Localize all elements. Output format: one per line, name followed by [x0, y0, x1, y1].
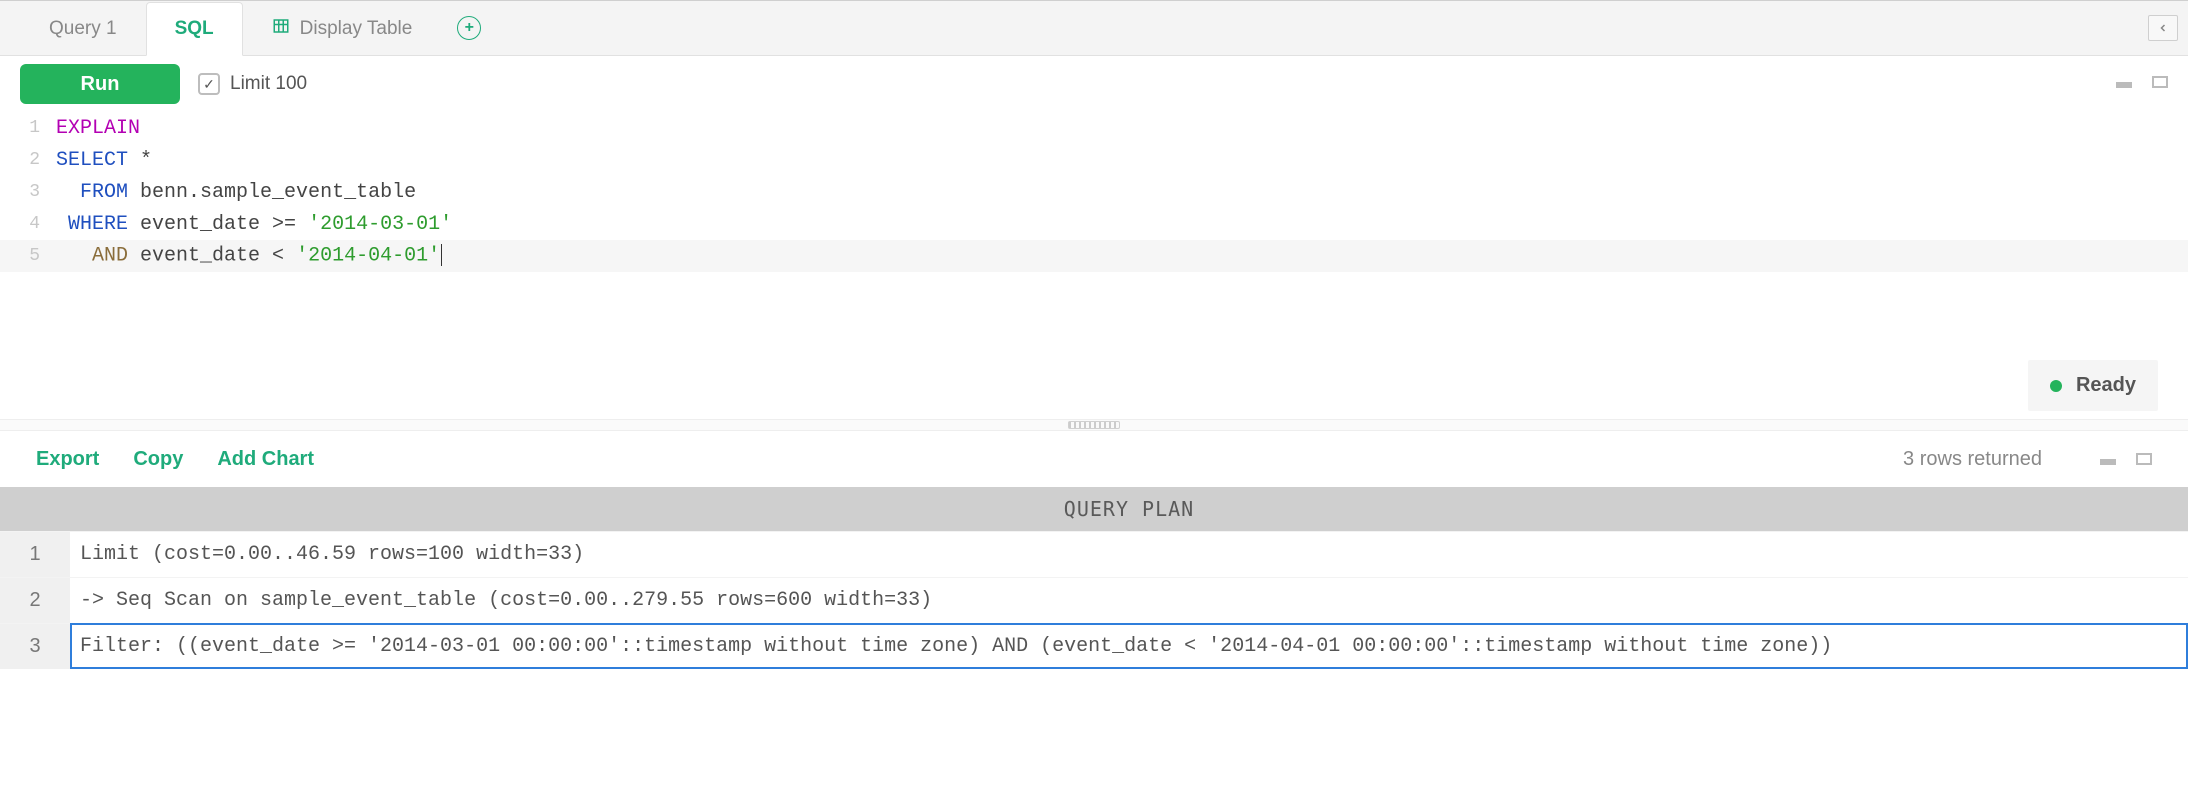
table-row[interactable]: 2-> Seq Scan on sample_event_table (cost…	[0, 577, 2188, 623]
maximize-editor-button[interactable]	[2152, 75, 2168, 93]
line-number: 5	[0, 246, 56, 266]
query-plan-cell[interactable]: Limit (cost=0.00..46.59 rows=100 width=3…	[70, 531, 2188, 577]
line-number: 4	[0, 214, 56, 234]
code-content: EXPLAIN	[56, 117, 140, 140]
tab-query1[interactable]: Query 1	[20, 1, 146, 55]
query-plan-cell[interactable]: -> Seq Scan on sample_event_table (cost=…	[70, 577, 2188, 623]
table-row[interactable]: 3Filter: ((event_date >= '2014-03-01 00:…	[0, 623, 2188, 669]
export-button[interactable]: Export	[36, 448, 99, 471]
line-number: 3	[0, 182, 56, 202]
tab-sql[interactable]: SQL	[146, 2, 243, 56]
minimize-results-button[interactable]	[2100, 448, 2116, 471]
pane-splitter[interactable]	[0, 419, 2188, 431]
add-tab-button[interactable]: +	[441, 1, 497, 55]
editor-window-controls	[2116, 75, 2168, 93]
collapse-panel-button[interactable]	[2148, 15, 2178, 41]
status-chip: Ready	[2028, 360, 2158, 411]
query-toolbar: Run ✓ Limit 100	[0, 56, 2188, 112]
tab-display-table[interactable]: Display Table	[243, 1, 442, 55]
results-toolbar: Export Copy Add Chart 3 rows returned	[0, 431, 2188, 487]
query-plan-cell[interactable]: Filter: ((event_date >= '2014-03-01 00:0…	[70, 623, 2188, 669]
tabs-bar: Query 1 SQL Display Table +	[0, 0, 2188, 56]
status-row: Ready	[0, 352, 2188, 419]
add-chart-button[interactable]: Add Chart	[217, 448, 314, 471]
editor-line[interactable]: 1EXPLAIN	[0, 112, 2188, 144]
row-number: 1	[0, 531, 70, 577]
editor-line[interactable]: 2SELECT *	[0, 144, 2188, 176]
plus-icon: +	[457, 16, 481, 40]
tab-label: SQL	[175, 18, 214, 40]
results-table: QUERY PLAN 1Limit (cost=0.00..46.59 rows…	[0, 487, 2188, 669]
editor-line[interactable]: 5 AND event_date < '2014-04-01'	[0, 240, 2188, 272]
status-dot-icon	[2050, 380, 2062, 392]
line-number: 1	[0, 118, 56, 138]
run-button[interactable]: Run	[20, 64, 180, 104]
rows-returned-label: 3 rows returned	[1903, 448, 2042, 471]
editor-line[interactable]: 4 WHERE event_date >= '2014-03-01'	[0, 208, 2188, 240]
code-content: AND event_date < '2014-04-01'	[56, 244, 442, 267]
code-content: SELECT *	[56, 149, 152, 172]
table-icon	[272, 17, 290, 41]
limit-checkbox[interactable]: ✓	[198, 73, 220, 95]
limit-label: Limit 100	[230, 73, 307, 95]
editor-blank	[0, 272, 2188, 352]
code-content: WHERE event_date >= '2014-03-01'	[56, 213, 452, 236]
copy-button[interactable]: Copy	[133, 448, 183, 471]
queryplan-header: QUERY PLAN	[70, 487, 2188, 531]
status-label: Ready	[2076, 374, 2136, 397]
splitter-grip-icon	[1068, 421, 1120, 429]
line-number: 2	[0, 150, 56, 170]
row-number: 3	[0, 623, 70, 669]
limit-checkbox-wrap[interactable]: ✓ Limit 100	[198, 73, 307, 95]
sql-editor[interactable]: 1EXPLAIN2SELECT *3 FROM benn.sample_even…	[0, 112, 2188, 272]
row-number: 2	[0, 577, 70, 623]
editor-line[interactable]: 3 FROM benn.sample_event_table	[0, 176, 2188, 208]
text-cursor	[441, 244, 442, 266]
code-content: FROM benn.sample_event_table	[56, 181, 416, 204]
minimize-editor-button[interactable]	[2116, 75, 2132, 93]
rownum-header	[0, 487, 70, 531]
tab-label: Query 1	[49, 18, 117, 40]
tab-label: Display Table	[300, 18, 413, 40]
check-icon: ✓	[203, 76, 215, 93]
maximize-results-button[interactable]	[2136, 448, 2152, 471]
table-row[interactable]: 1Limit (cost=0.00..46.59 rows=100 width=…	[0, 531, 2188, 577]
results-window-controls	[2100, 448, 2152, 471]
